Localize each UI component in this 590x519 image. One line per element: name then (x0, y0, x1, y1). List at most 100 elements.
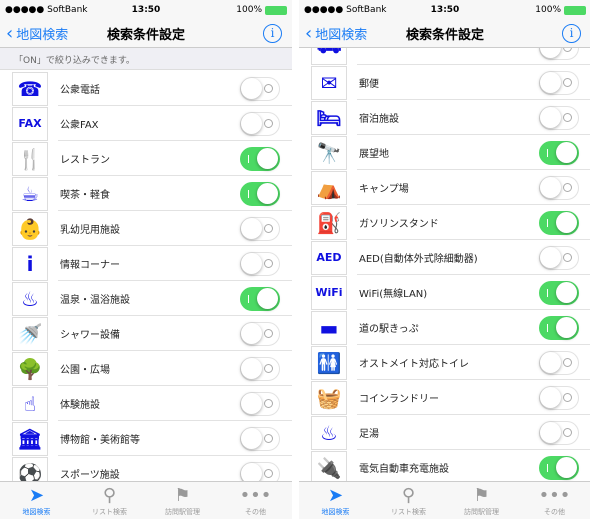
category-icon: 🔌 (311, 450, 347, 485)
tab-label: その他 (544, 508, 565, 516)
toggle-mark (264, 468, 273, 478)
tab-label: リスト検索 (391, 508, 426, 516)
toggle-mark (264, 83, 273, 93)
tab-2[interactable]: ⚑ 訪問駅管理 (146, 482, 219, 519)
toggle-switch[interactable] (539, 245, 579, 270)
toggle-mark (264, 328, 273, 338)
toggle-switch[interactable] (240, 146, 280, 171)
tab-icon: ➤ (327, 485, 344, 506)
tab-3[interactable]: ••• その他 (518, 482, 590, 519)
toggle-switch[interactable] (539, 385, 579, 410)
toggle-switch[interactable] (539, 105, 579, 130)
item-label: 郵便 (359, 79, 379, 90)
list-item: 🍴 レストラン (0, 141, 292, 176)
list-item: 👶 乳幼児用施設 (0, 211, 292, 246)
right-screen: ●●●●● SoftBank 13:50 100% ‹ 地図検索 検索条件設定 i… (299, 0, 590, 519)
item-label: 公衆電話 (60, 85, 100, 96)
item-label: 情報コーナー (60, 260, 120, 271)
toggle-switch[interactable] (539, 210, 579, 235)
category-icon: 🛏 (311, 100, 347, 135)
back-button[interactable]: ‹ 地図検索 (0, 24, 68, 43)
toggle-mark (547, 288, 548, 297)
tab-1[interactable]: ⚲ リスト検索 (372, 482, 445, 519)
toggle-switch[interactable] (539, 420, 579, 445)
carrier: ●●●●● SoftBank (304, 5, 387, 15)
toggle-switch[interactable] (240, 251, 280, 276)
tab-label: リスト検索 (92, 508, 127, 516)
toggle-switch[interactable] (539, 175, 579, 200)
back-label: 地図検索 (315, 28, 368, 43)
toggle-mark (264, 433, 273, 443)
toggle-switch[interactable] (240, 391, 280, 416)
category-icon: i (12, 246, 48, 281)
category-icon: ☝ (12, 386, 48, 421)
toggle-switch[interactable] (240, 181, 280, 206)
hint-banner: 「ON」で絞り込みできます。 (0, 48, 292, 70)
tab-0[interactable]: ➤ 地図検索 (299, 482, 372, 519)
category-icon: 🧺 (311, 380, 347, 415)
nav-bar: ‹ 地図検索 検索条件設定 i (299, 20, 590, 48)
tab-label: 訪問駅管理 (165, 508, 200, 516)
category-icon: 🏛 (12, 421, 48, 456)
nav-bar: ‹ 地図検索 検索条件設定 i (0, 20, 292, 48)
toggle-switch[interactable] (539, 70, 579, 95)
list-item: 🛏 宿泊施設 (299, 100, 590, 135)
toggle-mark (563, 392, 572, 402)
item-label: ガソリンスタンド (359, 219, 439, 230)
back-button[interactable]: ‹ 地図検索 (299, 24, 367, 43)
item-label: レストラン (60, 155, 110, 166)
battery-icon (564, 5, 586, 15)
toggle-switch[interactable] (240, 426, 280, 451)
tab-2[interactable]: ⚑ 訪問駅管理 (445, 482, 518, 519)
list-item: AED AED(自動体外式除細動器) (299, 240, 590, 275)
item-label: 展望地 (359, 149, 389, 160)
battery-icon (265, 5, 287, 15)
list-item: ♨ 足湯 (299, 415, 590, 450)
toggle-mark (563, 112, 572, 122)
toggle-switch[interactable] (240, 216, 280, 241)
category-icon: AED (311, 240, 347, 275)
toggle-knob (241, 357, 262, 379)
toggle-mark (563, 427, 572, 437)
battery-percent: 100% (535, 5, 561, 15)
toggle-switch[interactable] (539, 350, 579, 375)
toggle-switch[interactable] (539, 455, 579, 480)
item-label: キャンプ場 (359, 184, 409, 195)
tab-label: 地図検索 (321, 508, 350, 516)
list-item: ✉ 郵便 (299, 65, 590, 100)
info-icon[interactable]: i (562, 24, 581, 43)
list-item: 🚻 オストメイト対応トイレ (299, 345, 590, 380)
category-icon: ♨ (12, 281, 48, 316)
toggle-switch[interactable] (240, 356, 280, 381)
toggle-switch[interactable] (240, 321, 280, 346)
list-item: ▬ 道の駅きっぷ (299, 310, 590, 345)
toggle-switch[interactable] (240, 111, 280, 136)
toggle-switch[interactable] (539, 280, 579, 305)
item-label: 公園・広場 (60, 365, 110, 376)
toggle-mark (563, 182, 572, 192)
tab-icon: ••• (239, 485, 272, 506)
toggle-knob (540, 246, 561, 268)
toggle-switch[interactable] (240, 76, 280, 101)
toggle-switch[interactable] (240, 286, 280, 311)
list-item: ☎ 公衆電話 (0, 71, 292, 106)
item-label: 博物館・美術館等 (60, 435, 140, 446)
toggle-mark (563, 357, 572, 367)
toggle-knob (241, 322, 262, 344)
list-item: WiFi WiFi(無線LAN) (299, 275, 590, 310)
tab-1[interactable]: ⚲ リスト検索 (73, 482, 146, 519)
tab-label: 地図検索 (22, 508, 51, 516)
list-item: ⛺ キャンプ場 (299, 170, 590, 205)
list-item: ⛽ ガソリンスタンド (299, 205, 590, 240)
toggle-switch[interactable] (539, 315, 579, 340)
category-icon: ♨ (311, 415, 347, 450)
toggle-mark (563, 77, 572, 87)
toggle-knob (556, 316, 577, 338)
tab-0[interactable]: ➤ 地図検索 (0, 482, 73, 519)
category-icon: ☕ (12, 176, 48, 211)
toggle-switch[interactable] (539, 140, 579, 165)
info-icon[interactable]: i (263, 24, 282, 43)
toggle-mark (264, 223, 273, 233)
toggle-knob (540, 351, 561, 373)
tab-3[interactable]: ••• その他 (219, 482, 292, 519)
